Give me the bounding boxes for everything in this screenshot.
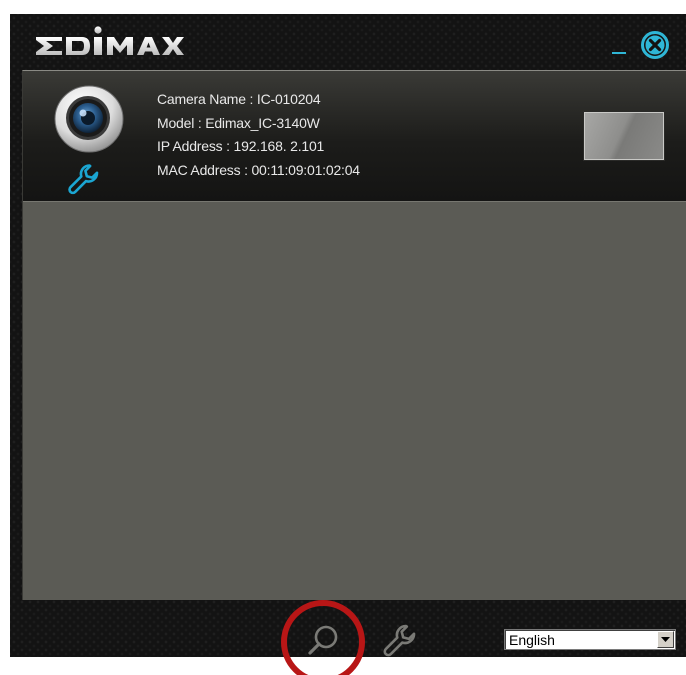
- language-selected-value: English: [509, 632, 555, 648]
- camera-list[interactable]: Camera Name : IC-010204 Model : Edimax_I…: [22, 70, 686, 600]
- screenshot-stage: Camera Name : IC-010204 Model : Edimax_I…: [0, 0, 686, 675]
- title-bar[interactable]: [10, 14, 686, 70]
- chevron-down-icon: [661, 637, 670, 642]
- wrench-icon: [68, 164, 99, 195]
- camera-info: Camera Name : IC-010204 Model : Edimax_I…: [157, 88, 360, 182]
- edimax-logo: [34, 25, 184, 59]
- camera-ip-text: IP Address : 192.168. 2.101: [157, 138, 325, 154]
- webcam-icon: [50, 81, 128, 159]
- camera-mac-text: MAC Address : 00:11:09:01:02:04: [157, 161, 360, 178]
- close-circle-x-icon: [641, 31, 669, 59]
- minimize-icon: [612, 52, 626, 54]
- edimax-logo-graphic: [36, 26, 184, 55]
- search-icon: [308, 625, 338, 655]
- minimize-button[interactable]: [610, 48, 628, 56]
- settings-button[interactable]: [379, 620, 421, 657]
- camera-list-item[interactable]: Camera Name : IC-010204 Model : Edimax_I…: [23, 71, 686, 202]
- camera-settings-button[interactable]: [65, 160, 103, 198]
- search-button[interactable]: [302, 620, 344, 657]
- wrench-icon: [383, 624, 416, 657]
- close-button[interactable]: [640, 30, 670, 60]
- camera-preview-thumbnail[interactable]: [584, 112, 664, 160]
- dropdown-button[interactable]: [657, 631, 674, 648]
- camera-model-text: Model : Edimax_IC-3140W: [157, 114, 320, 131]
- camera-name-text: Camera Name : IC-010204: [157, 91, 321, 107]
- edimax-app-window: Camera Name : IC-010204 Model : Edimax_I…: [10, 14, 686, 657]
- language-select[interactable]: English: [504, 629, 676, 650]
